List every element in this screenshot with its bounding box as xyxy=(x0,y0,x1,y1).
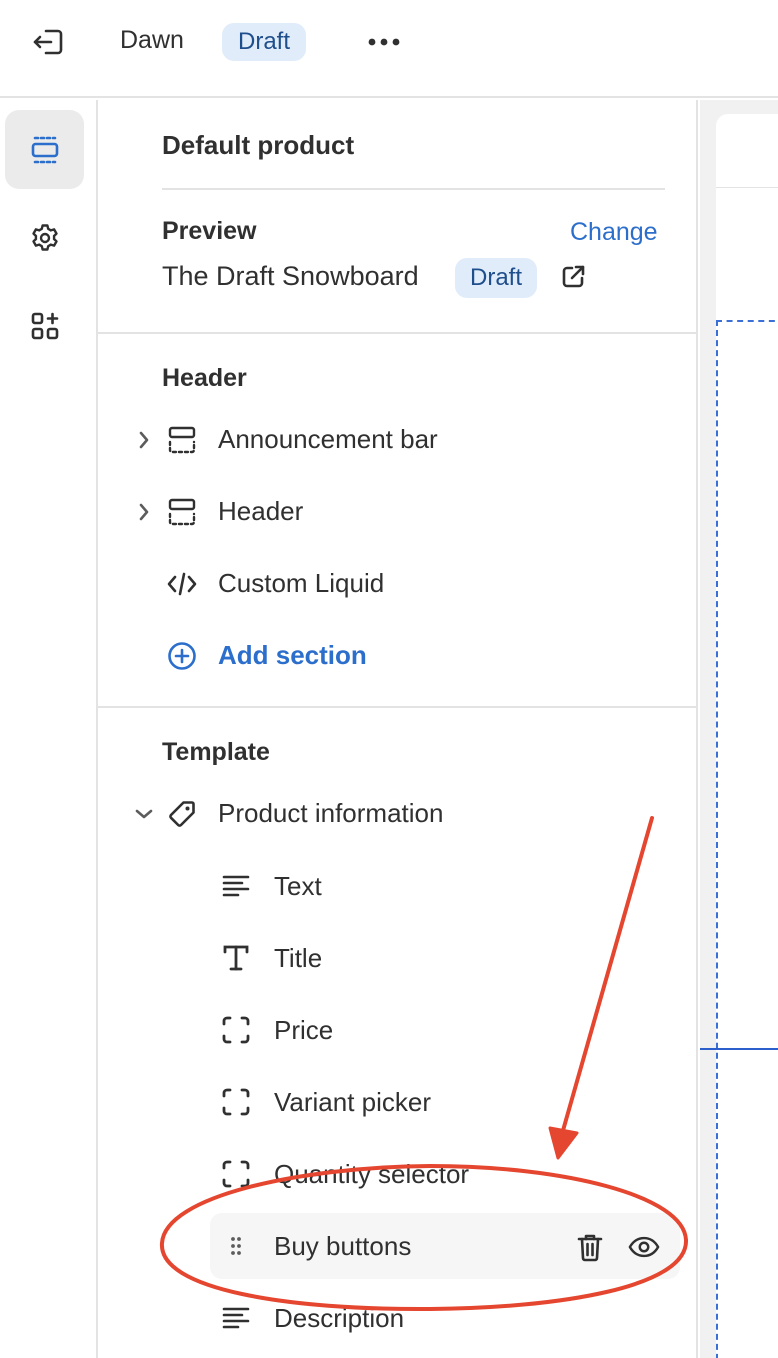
rail-sections-button[interactable] xyxy=(5,110,84,189)
status-badge: Draft xyxy=(222,23,307,61)
block-label: Buy buttons xyxy=(274,1231,412,1261)
top-bar: Dawn Draft xyxy=(0,0,778,98)
section-row-custom-liquid[interactable]: Custom Liquid xyxy=(128,556,688,612)
block-row-price[interactable]: Price xyxy=(210,997,680,1063)
block-label: Description xyxy=(274,1303,405,1333)
page-title: Default product xyxy=(162,130,355,160)
preview-label: Preview xyxy=(162,217,257,245)
section-label: Product information xyxy=(218,798,444,828)
block-label: Variant picker xyxy=(274,1087,432,1117)
exit-button[interactable] xyxy=(28,24,68,60)
product-status-badge: Draft xyxy=(455,258,538,298)
add-section-button[interactable]: Add section xyxy=(128,628,688,684)
trash-icon xyxy=(577,1234,603,1262)
block-dashed-icon xyxy=(220,1086,252,1118)
text-lines-icon xyxy=(220,1302,252,1334)
section-label: Announcement bar xyxy=(218,424,438,454)
theme-name: Dawn xyxy=(120,26,184,54)
code-icon xyxy=(166,568,198,600)
block-label: Text xyxy=(274,871,322,901)
section-label: Custom Liquid xyxy=(218,568,385,598)
block-label: Title xyxy=(274,943,323,973)
block-row-description[interactable]: Description xyxy=(210,1285,680,1351)
selected-section-outline xyxy=(716,320,778,1358)
section-divider xyxy=(98,706,698,708)
more-actions-button[interactable] xyxy=(364,24,404,60)
block-dashed-icon xyxy=(220,1014,252,1046)
change-preview-link[interactable]: Change xyxy=(570,218,658,247)
block-row-title[interactable]: Title xyxy=(210,925,680,991)
add-section-label: Add section xyxy=(218,640,367,670)
drag-handle-icon[interactable] xyxy=(220,1230,252,1262)
text-lines-icon xyxy=(220,870,252,902)
title-t-icon xyxy=(220,942,252,974)
block-actions xyxy=(574,1231,660,1263)
template-group-title: Template xyxy=(162,738,270,766)
block-row-variant-picker[interactable]: Variant picker xyxy=(210,1069,680,1135)
external-link-icon[interactable] xyxy=(560,264,586,290)
preview-frame-top xyxy=(716,114,778,188)
tag-icon xyxy=(166,798,198,830)
block-row-text[interactable]: Text xyxy=(210,853,680,919)
delete-block-button[interactable] xyxy=(574,1231,606,1263)
section-icon xyxy=(166,496,198,528)
plus-circle-icon xyxy=(166,640,198,672)
title-divider xyxy=(162,188,665,190)
rail-settings-button[interactable] xyxy=(5,198,84,277)
section-divider xyxy=(98,332,698,334)
block-row-quantity-selector[interactable]: Quantity selector xyxy=(210,1141,680,1207)
gear-icon xyxy=(31,223,58,251)
rail-apps-button[interactable] xyxy=(5,286,84,365)
section-row-product-information[interactable]: Product information xyxy=(128,786,688,842)
preview-canvas xyxy=(700,100,778,1358)
chevron-right-icon[interactable] xyxy=(132,426,156,454)
section-row-header[interactable]: Header xyxy=(128,484,688,540)
layout-sections-icon xyxy=(31,136,58,163)
block-label: Quantity selector xyxy=(274,1159,470,1189)
selection-guide-line xyxy=(700,1048,778,1050)
apps-add-icon xyxy=(31,312,58,339)
chevron-right-icon[interactable] xyxy=(132,498,156,526)
section-icon xyxy=(166,424,198,456)
block-label: Price xyxy=(274,1015,334,1045)
section-label: Header xyxy=(218,496,304,526)
sections-panel: Default product Preview Change The Draft… xyxy=(98,100,698,1358)
block-dashed-icon xyxy=(220,1158,252,1190)
left-rail xyxy=(0,100,98,1358)
more-horizontal-icon xyxy=(368,38,400,46)
toggle-visibility-button[interactable] xyxy=(628,1231,660,1263)
preview-product-name: The Draft Snowboard xyxy=(162,261,419,291)
section-row-announcement-bar[interactable]: Announcement bar xyxy=(128,412,688,468)
block-row-buy-buttons[interactable]: Buy buttons xyxy=(210,1213,680,1279)
exit-icon xyxy=(33,29,63,55)
chevron-down-icon[interactable] xyxy=(132,800,156,828)
eye-icon xyxy=(628,1236,660,1258)
header-group-title: Header xyxy=(162,364,247,392)
